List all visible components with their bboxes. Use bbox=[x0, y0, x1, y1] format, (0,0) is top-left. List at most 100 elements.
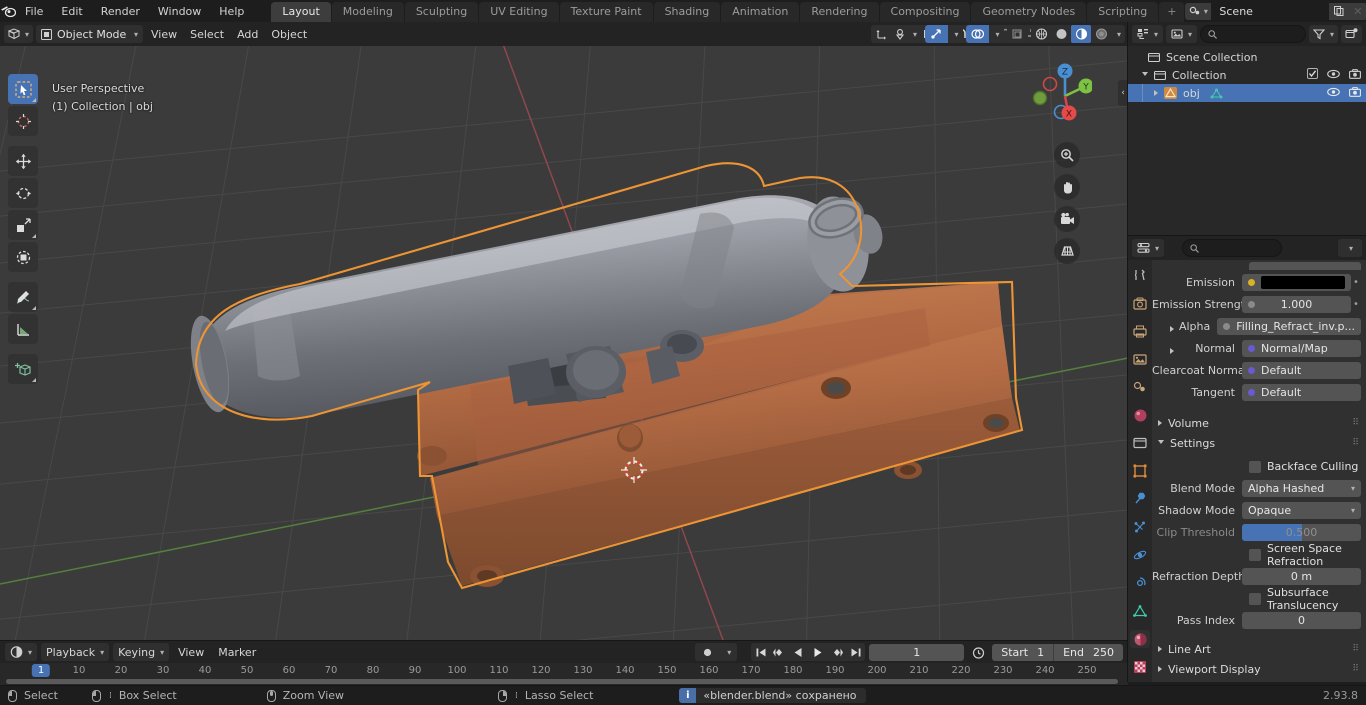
tab-texture-paint[interactable]: Texture Paint bbox=[559, 2, 653, 22]
chevron-down-icon[interactable] bbox=[1158, 439, 1164, 447]
measure-tool[interactable] bbox=[8, 314, 38, 344]
screen-space-refraction-checkbox[interactable] bbox=[1249, 548, 1261, 561]
grid-icon[interactable] bbox=[1054, 238, 1080, 264]
view-layer-icon[interactable] bbox=[1130, 350, 1150, 368]
tab-sculpting[interactable]: Sculpting bbox=[404, 2, 479, 22]
chevron-right-icon[interactable] bbox=[1154, 90, 1158, 96]
play-reverse-button[interactable] bbox=[789, 643, 808, 661]
properties-search-field[interactable] bbox=[1204, 241, 1275, 255]
jump-to-end-button[interactable] bbox=[846, 643, 865, 661]
particles-icon[interactable] bbox=[1130, 518, 1150, 536]
tab-compositing[interactable]: Compositing bbox=[879, 2, 971, 22]
properties-editor-type-selector[interactable]: ▾ bbox=[1132, 239, 1165, 257]
zoom-icon[interactable] bbox=[1054, 142, 1080, 168]
collection-icon[interactable] bbox=[1130, 434, 1150, 452]
tab-shading[interactable]: Shading bbox=[653, 2, 721, 22]
scene-selector[interactable]: ▾ Scene ✕ bbox=[1185, 2, 1366, 20]
current-frame-field[interactable]: 1 bbox=[869, 643, 965, 661]
camera-icon[interactable] bbox=[1349, 86, 1361, 100]
outliner-editor-type-selector[interactable]: ▾ bbox=[1132, 25, 1164, 43]
unlink-scene-button[interactable]: ✕ bbox=[1348, 2, 1366, 20]
menu-help[interactable]: Help bbox=[210, 3, 253, 20]
clip-threshold-slider[interactable]: 0.500 bbox=[1242, 524, 1361, 541]
emission-strength-animate-dot[interactable]: • bbox=[1351, 299, 1361, 310]
outliner-display-mode-selector[interactable]: ▾ bbox=[1166, 25, 1198, 43]
drag-handle-icon[interactable]: ⠿ bbox=[1352, 665, 1360, 674]
timeline-menu-marker[interactable]: Marker bbox=[213, 643, 261, 661]
emission-color-field[interactable] bbox=[1242, 274, 1351, 291]
viewport-menu-view[interactable]: View bbox=[146, 25, 182, 43]
constraints-icon[interactable] bbox=[1130, 574, 1150, 592]
physics-icon[interactable] bbox=[1130, 546, 1150, 564]
texture-icon[interactable] bbox=[1130, 658, 1150, 676]
emission-strength-field[interactable]: 1.000 bbox=[1242, 296, 1351, 313]
timeline-menu-view[interactable]: View bbox=[173, 643, 209, 661]
editor-type-selector[interactable]: ▾ bbox=[4, 25, 34, 43]
emission-color-swatch[interactable] bbox=[1261, 276, 1345, 289]
menu-render[interactable]: Render bbox=[92, 3, 149, 20]
modifier-icon[interactable] bbox=[1130, 490, 1150, 508]
new-scene-button[interactable] bbox=[1329, 2, 1349, 20]
gizmo-options-dropdown[interactable]: ▾ bbox=[948, 25, 963, 43]
refraction-depth-field[interactable]: 0 m bbox=[1242, 568, 1361, 585]
navigation-gizmo[interactable]: Z Y X bbox=[1020, 56, 1094, 128]
mesh-data-icon[interactable] bbox=[1210, 88, 1223, 99]
outliner-row-obj[interactable]: obj bbox=[1128, 84, 1366, 102]
world-icon[interactable] bbox=[1130, 406, 1150, 424]
blend-mode-dropdown[interactable]: Alpha Hashed ▾ bbox=[1242, 480, 1361, 497]
camera-icon[interactable] bbox=[1349, 68, 1361, 82]
viewport-canvas[interactable] bbox=[0, 46, 1128, 641]
object-mode-selector[interactable]: Object Mode ▾ bbox=[36, 25, 144, 43]
previous-keyframe-button[interactable] bbox=[770, 643, 789, 661]
blender-logo-icon[interactable] bbox=[0, 0, 16, 22]
chevron-right-icon[interactable] bbox=[1170, 326, 1174, 332]
tab-uv-editing[interactable]: UV Editing bbox=[479, 2, 559, 22]
camera-icon[interactable] bbox=[1054, 206, 1080, 232]
hand-icon[interactable] bbox=[1054, 174, 1080, 200]
viewport-menu-object[interactable]: Object bbox=[266, 25, 312, 43]
next-keyframe-button[interactable] bbox=[827, 643, 846, 661]
menu-edit[interactable]: Edit bbox=[52, 3, 91, 20]
drag-handle-icon[interactable]: ⠿ bbox=[1352, 645, 1360, 654]
alpha-link-field[interactable]: Filling_Refract_inv.p... bbox=[1217, 318, 1361, 335]
outliner-filter-button[interactable]: ▾ bbox=[1308, 25, 1338, 43]
data-icon[interactable] bbox=[1130, 602, 1150, 620]
properties-options-dropdown[interactable]: ▾ bbox=[1338, 239, 1362, 257]
annotate-tool[interactable] bbox=[8, 282, 38, 312]
material-icon[interactable] bbox=[1130, 630, 1150, 648]
timeline-playhead[interactable]: 1 bbox=[31, 664, 51, 677]
eye-icon[interactable] bbox=[1327, 69, 1340, 82]
tweak-select-tool[interactable] bbox=[8, 74, 38, 104]
rotate-tool[interactable] bbox=[8, 178, 38, 208]
scene-icon[interactable]: ▾ bbox=[1185, 2, 1212, 20]
chevron-right-icon[interactable] bbox=[1158, 666, 1162, 672]
outliner-new-collection-button[interactable] bbox=[1341, 25, 1362, 43]
outliner-search-input[interactable] bbox=[1200, 25, 1306, 43]
transform-tool[interactable] bbox=[8, 242, 38, 272]
section-line-art[interactable]: Line Art ⠿ bbox=[1152, 639, 1366, 659]
object-type-visibility-selector[interactable]: ▾ bbox=[890, 25, 923, 43]
tab-scripting[interactable]: Scripting bbox=[1087, 2, 1159, 22]
divider-horizontal-timeline[interactable] bbox=[0, 640, 1128, 641]
timeline-scrollbar[interactable] bbox=[6, 679, 1118, 684]
material-preview-shading-button[interactable] bbox=[1071, 25, 1092, 43]
output-icon[interactable] bbox=[1130, 322, 1150, 340]
rendered-shading-button[interactable] bbox=[1091, 25, 1111, 43]
timeline-editor-type-selector[interactable]: ▾ bbox=[5, 643, 38, 661]
add-cube-tool[interactable] bbox=[8, 354, 38, 384]
section-volume[interactable]: Volume ⠿ bbox=[1152, 413, 1366, 433]
timeline-ruler[interactable]: 1 10 20 30 40 50 60 70 80 90 100 110 120… bbox=[0, 663, 1128, 679]
3d-viewport[interactable]: User Perspective (1) Collection | obj Z … bbox=[0, 46, 1128, 641]
scene-name[interactable]: Scene bbox=[1211, 2, 1330, 20]
backface-culling-checkbox[interactable] bbox=[1249, 460, 1261, 473]
status-report[interactable]: i «blender.blend» сохранено bbox=[679, 688, 866, 703]
jump-to-start-button[interactable] bbox=[751, 643, 770, 661]
overlays-options-dropdown[interactable]: ▾ bbox=[989, 25, 1004, 43]
scale-tool[interactable] bbox=[8, 210, 38, 240]
normal-link-field[interactable]: Normal/Map bbox=[1242, 340, 1361, 357]
shading-options-dropdown[interactable]: ▾ bbox=[1111, 25, 1125, 43]
tab-geometry-nodes[interactable]: Geometry Nodes bbox=[971, 2, 1087, 22]
outliner-search-field[interactable] bbox=[1222, 27, 1298, 41]
chevron-right-icon[interactable] bbox=[1158, 420, 1162, 426]
play-button[interactable] bbox=[808, 643, 827, 661]
